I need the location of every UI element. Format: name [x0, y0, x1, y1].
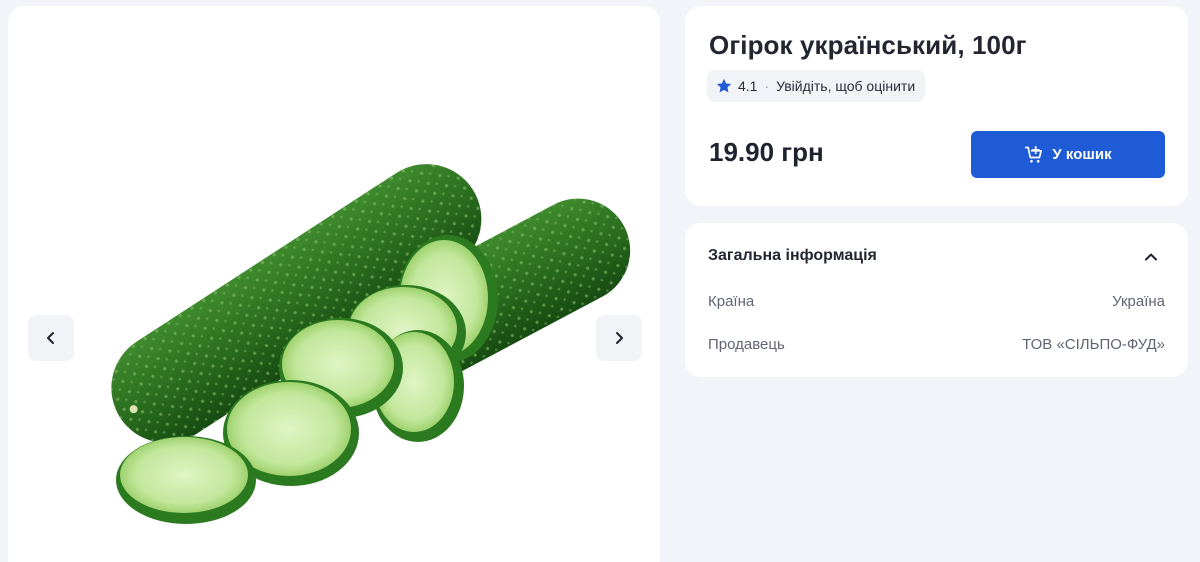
add-to-cart-button[interactable]: У кошик: [971, 131, 1165, 178]
gallery-prev-button[interactable]: [28, 315, 74, 361]
rating-separator: ·: [764, 78, 770, 94]
chevron-up-icon[interactable]: [1143, 249, 1159, 265]
rating-badge[interactable]: 4.1 · Увійдіть, щоб оцінити: [707, 70, 926, 102]
general-info-heading[interactable]: Загальна інформація: [708, 247, 877, 265]
rating-value: 4.1: [738, 78, 758, 94]
gallery-next-button[interactable]: [596, 315, 642, 361]
info-value-seller: ТОВ «СІЛЬПО-ФУД»: [1022, 336, 1165, 353]
info-label-country: Країна: [708, 293, 755, 310]
product-gallery: [8, 6, 660, 562]
chevron-right-icon: [616, 332, 623, 344]
product-title: Огірок український, 100г: [709, 30, 1027, 60]
general-info-card: Загальна інформація Країна Україна Прода…: [685, 223, 1188, 377]
product-image: [111, 164, 631, 524]
product-summary-card: Огірок український, 100г 4.1 · Увійдіть,…: [685, 6, 1188, 206]
info-label-seller: Продавець: [708, 336, 785, 353]
rating-login-prompt[interactable]: Увійдіть, щоб оцінити: [776, 78, 915, 94]
cart-plus-icon: [1025, 145, 1043, 163]
add-to-cart-label: У кошик: [1052, 146, 1112, 163]
product-price: 19.90 грн: [709, 137, 824, 167]
info-value-country: Україна: [1112, 293, 1165, 310]
chevron-left-icon: [47, 332, 54, 344]
star-icon: [716, 78, 732, 93]
